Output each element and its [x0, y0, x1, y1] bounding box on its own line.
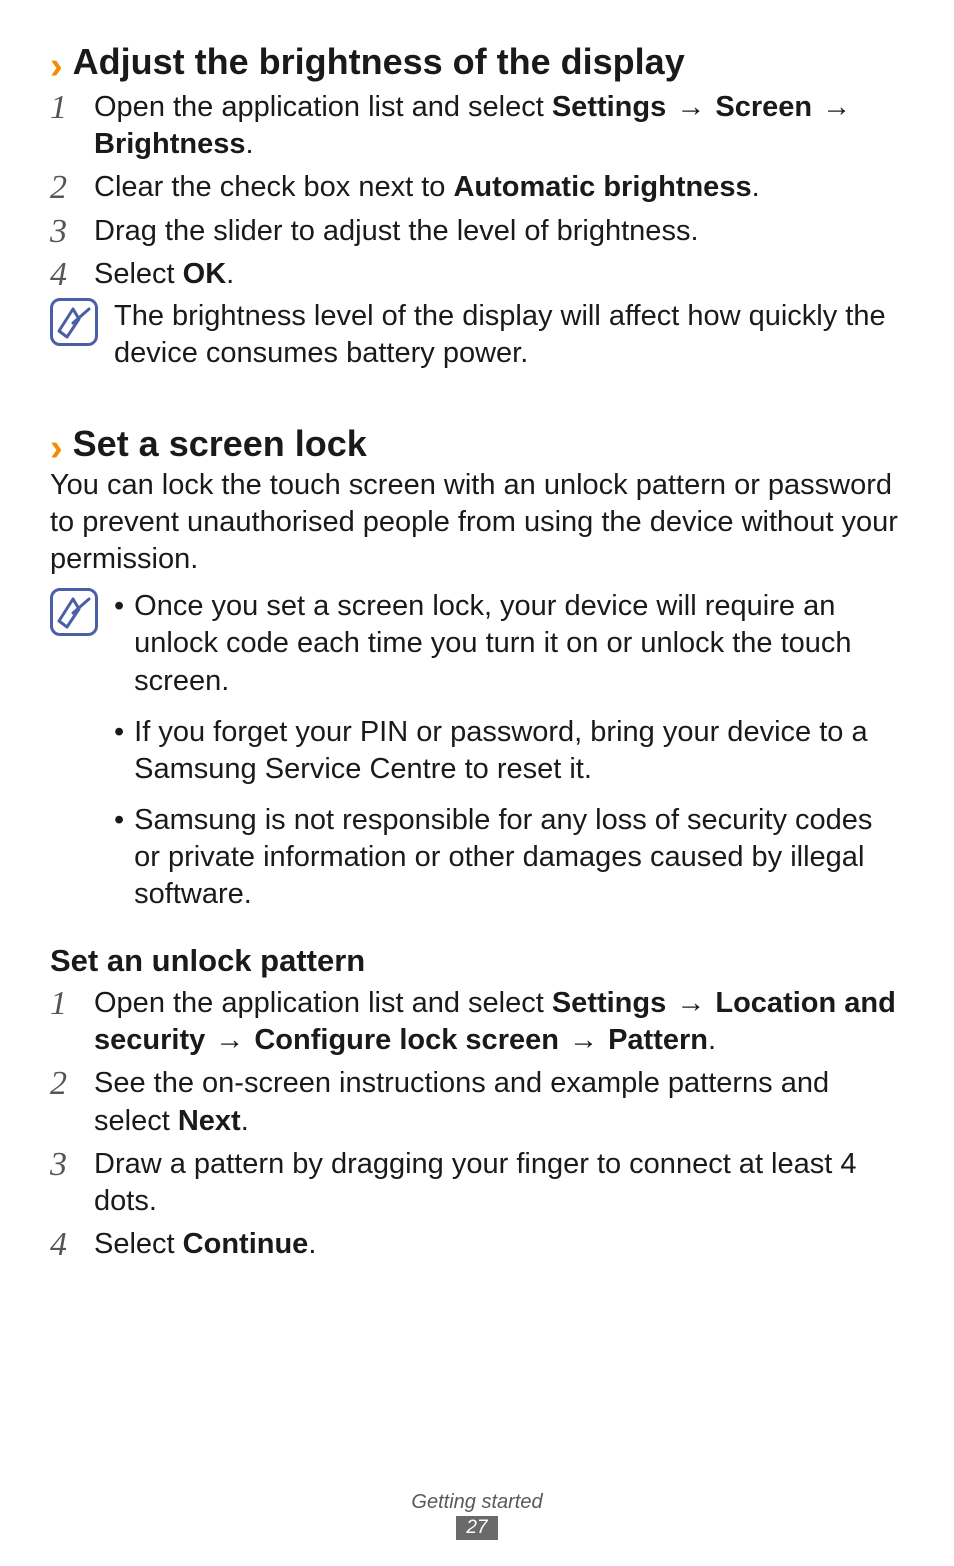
step-number: 4 — [50, 1226, 78, 1263]
step-text: See the on-screen instructions and examp… — [94, 1065, 904, 1139]
step-text: Select Continue. — [94, 1226, 904, 1263]
section-heading-brightness: › Adjust the brightness of the display — [50, 40, 904, 83]
bullet-icon: • — [114, 714, 124, 788]
note-bullet-list: •Once you set a screen lock, your device… — [114, 588, 904, 913]
step-text: Select OK. — [94, 256, 904, 293]
footer-section-name: Getting started — [0, 1491, 954, 1514]
section-title: Set a screen lock — [73, 422, 367, 465]
step-text: Drag the slider to adjust the level of b… — [94, 213, 904, 250]
note-row: The brightness level of the display will… — [50, 298, 904, 372]
note-text: The brightness level of the display will… — [114, 298, 904, 372]
step-3: 3 Drag the slider to adjust the level of… — [50, 213, 904, 250]
step-number: 1 — [50, 985, 78, 1059]
step-number: 4 — [50, 256, 78, 293]
note-row: •Once you set a screen lock, your device… — [50, 588, 904, 913]
sub-heading-unlock-pattern: Set an unlock pattern — [50, 943, 904, 979]
bullet-text: Samsung is not responsible for any loss … — [134, 802, 904, 913]
list-item: •Samsung is not responsible for any loss… — [114, 802, 904, 913]
step-2: 2 See the on-screen instructions and exa… — [50, 1065, 904, 1139]
step-number: 1 — [50, 89, 78, 163]
step-1: 1 Open the application list and select S… — [50, 985, 904, 1059]
section-title: Adjust the brightness of the display — [73, 40, 685, 83]
page-number: 27 — [456, 1516, 497, 1540]
bullet-icon: • — [114, 588, 124, 699]
note-icon — [50, 298, 98, 346]
bullet-text: If you forget your PIN or password, brin… — [134, 714, 904, 788]
step-1: 1 Open the application list and select S… — [50, 89, 904, 163]
step-text: Open the application list and select Set… — [94, 89, 904, 163]
step-number: 3 — [50, 1146, 78, 1220]
section-heading-screenlock: › Set a screen lock — [50, 422, 904, 465]
chevron-icon: › — [50, 47, 63, 85]
list-item: •If you forget your PIN or password, bri… — [114, 714, 904, 788]
step-number: 2 — [50, 1065, 78, 1139]
page-footer: Getting started 27 — [0, 1491, 954, 1540]
step-2: 2 Clear the check box next to Automatic … — [50, 169, 904, 206]
note-icon — [50, 588, 98, 636]
step-3: 3 Draw a pattern by dragging your finger… — [50, 1146, 904, 1220]
chevron-icon: › — [50, 429, 63, 467]
list-item: •Once you set a screen lock, your device… — [114, 588, 904, 699]
step-text: Clear the check box next to Automatic br… — [94, 169, 904, 206]
step-text: Open the application list and select Set… — [94, 985, 904, 1059]
intro-paragraph: You can lock the touch screen with an un… — [50, 467, 904, 578]
bullet-icon: • — [114, 802, 124, 913]
step-text: Draw a pattern by dragging your finger t… — [94, 1146, 904, 1220]
step-number: 2 — [50, 169, 78, 206]
step-4: 4 Select Continue. — [50, 1226, 904, 1263]
step-number: 3 — [50, 213, 78, 250]
step-4: 4 Select OK. — [50, 256, 904, 293]
bullet-text: Once you set a screen lock, your device … — [134, 588, 904, 699]
